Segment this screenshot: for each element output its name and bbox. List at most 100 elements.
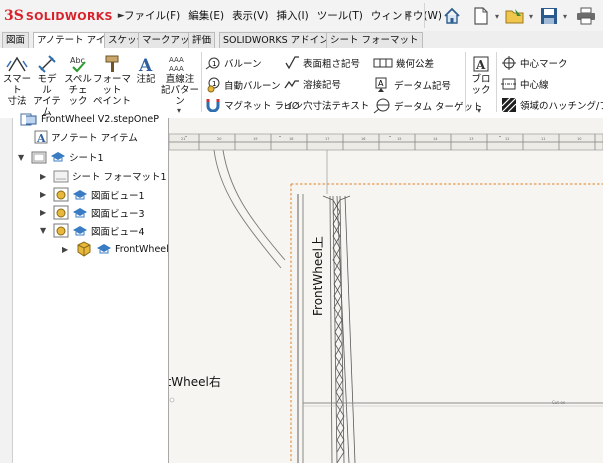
menu-view[interactable]: 表示(V) <box>231 8 269 23</box>
smart-dimension-label-2: 寸法 <box>7 96 27 107</box>
datum-target-button[interactable]: データム ターゲット <box>373 98 483 114</box>
tree-item-view4[interactable]: ▼ 図面ビュー4 <box>40 223 145 238</box>
weld-symbol-button[interactable]: 溶接記号 <box>284 77 341 91</box>
sheet-blue-icon <box>51 152 65 162</box>
geometric-tolerance-button[interactable]: 幾何公差 <box>373 56 434 70</box>
svg-text:A: A <box>138 56 153 74</box>
tree-item-part[interactable]: ▶ FrontWheel <box>62 241 169 257</box>
model-items-label-1: モデル <box>37 74 57 96</box>
drawing-view-icon <box>53 187 69 202</box>
save-dropdown-icon[interactable]: ▾ <box>560 5 570 27</box>
datum-feature-button[interactable]: A データム記号 <box>373 77 451 93</box>
view-label-top[interactable]: FrontWheel上 <box>309 236 326 316</box>
tree-item-sheet1[interactable]: ▼ シート1 <box>18 150 104 164</box>
hole-callout-button[interactable]: ⊔Ø 穴寸法テキスト <box>284 98 369 112</box>
collapse-arrow-icon[interactable]: ▼ <box>18 153 28 162</box>
note-label: 注記 <box>136 74 156 85</box>
hatch-icon <box>501 97 517 113</box>
menu-edit[interactable]: 編集(E) <box>187 8 225 23</box>
tree-item-view3[interactable]: ▶ 図面ビュー3 <box>40 205 145 220</box>
svg-text:A: A <box>378 79 384 88</box>
menu-bar: ファイル(F) 編集(E) 表示(V) 挿入(I) ツール(T) ウィンドウ(W… <box>123 8 443 23</box>
save-icon[interactable] <box>537 5 561 27</box>
open-dropdown-icon[interactable]: ▾ <box>526 5 536 27</box>
ribbon-separator <box>201 52 202 112</box>
view-label-right[interactable]: ntWheel右 <box>169 373 221 390</box>
model-items-button[interactable]: モデル アイテム <box>33 52 61 118</box>
tree-item-sheet-format[interactable]: ▶ シート フォーマット1 <box>40 169 167 183</box>
menu-tools[interactable]: ツール(T) <box>316 8 364 23</box>
ribbon-separator <box>465 52 466 112</box>
ribbon-separator <box>496 52 497 112</box>
note-icon: A <box>136 52 156 74</box>
surface-finish-label: 表面粗さ記号 <box>303 59 361 70</box>
auto-balloon-icon: 1 <box>207 77 220 93</box>
tab-addins[interactable]: SOLIDWORKS アドイン <box>219 32 333 48</box>
spell-check-icon: Abc <box>68 52 88 74</box>
tab-evaluate[interactable]: 評価 <box>188 32 216 48</box>
surface-finish-button[interactable]: 表面粗さ記号 <box>284 56 360 70</box>
tree-item-annotations[interactable]: A アノテート アイテム <box>34 130 138 144</box>
linear-note-pattern-button[interactable]: AAA AAA 直線注 記パターン <box>160 52 200 107</box>
svg-text:15: 15 <box>397 137 401 141</box>
annotations-label: アノテート アイテム <box>51 133 138 144</box>
tree-item-view1[interactable]: ▶ 図面ビュー1 <box>40 187 145 202</box>
dimension-tag[interactable]: Cut-ex <box>552 400 565 405</box>
open-folder-icon[interactable] <box>503 5 527 27</box>
auto-balloon-button[interactable]: 1 自動バルーン <box>205 77 281 93</box>
menu-insert[interactable]: 挿入(I) <box>275 8 309 23</box>
svg-text:17: 17 <box>325 137 329 141</box>
hole-callout-icon: ⊔Ø <box>284 100 300 112</box>
format-painter-button[interactable]: フォーマット ペイント <box>93 52 131 107</box>
ds-logo-icon: 3S <box>4 8 24 24</box>
ribbon: スマート 寸法 モデル アイテム Abc スペル チェック フォーマット ペイン… <box>0 48 603 119</box>
datum-target-icon <box>373 98 390 114</box>
menu-file[interactable]: ファイル(F) <box>123 8 181 23</box>
solidworks-logo[interactable]: 3S SOLIDWORKS ► <box>4 6 125 26</box>
geometric-tolerance-icon <box>373 58 393 68</box>
svg-text:AAA: AAA <box>169 56 184 64</box>
drawing-document-icon <box>20 113 37 126</box>
drawing-canvas[interactable]: 21 20 19 18 17 16 15 14 13 12 11 10 Fron… <box>169 118 603 463</box>
spell-checker-button[interactable]: Abc スペル チェック <box>64 52 92 107</box>
magnet-icon <box>206 99 220 112</box>
block-dropdown-icon[interactable]: ▾ <box>477 106 481 115</box>
block-button[interactable]: A ブロック <box>468 52 494 96</box>
svg-text:19: 19 <box>253 137 257 141</box>
collapse-arrow-icon[interactable]: ▼ <box>40 226 50 235</box>
tab-drawing[interactable]: 図面 <box>2 32 30 48</box>
new-dropdown-icon[interactable]: ▾ <box>492 5 502 27</box>
panel-side-strip[interactable] <box>0 118 13 463</box>
area-hatch-button[interactable]: 領域のハッチング/フィル <box>501 97 603 113</box>
svg-text:1: 1 <box>212 60 216 68</box>
print-icon[interactable] <box>574 5 598 27</box>
tree-root-item[interactable]: FrontWheel V2.stepOneP <box>20 112 159 126</box>
home-icon[interactable] <box>440 5 464 27</box>
svg-text:20: 20 <box>217 137 221 141</box>
feature-manager-tree: FrontWheel V2.stepOneP A アノテート アイテム ▼ シー… <box>0 113 169 463</box>
centerline-button[interactable]: 中心線 <box>501 76 549 92</box>
center-mark-button[interactable]: 中心マーク <box>501 55 568 71</box>
block-icon: A <box>471 52 491 74</box>
note-button[interactable]: A 注記 <box>133 52 159 85</box>
tree-root-label: FrontWheel V2.stepOneP <box>41 113 159 125</box>
expand-arrow-icon[interactable]: ▶ <box>62 245 72 254</box>
svg-text:AAA: AAA <box>169 65 184 73</box>
new-document-icon[interactable] <box>469 5 493 27</box>
expand-arrow-icon[interactable]: ▶ <box>40 190 50 199</box>
part-icon <box>77 241 91 257</box>
sheet1-label: シート1 <box>69 153 104 164</box>
datum-target-label: データム ターゲット <box>394 102 483 113</box>
sheet-format-label: シート フォーマット1 <box>72 172 167 183</box>
expand-arrow-icon[interactable]: ▶ <box>40 208 50 217</box>
expand-arrow-icon[interactable]: ▶ <box>40 172 50 181</box>
balloon-button[interactable]: 1 バルーン <box>205 56 262 70</box>
tab-sheet-format[interactable]: シート フォーマット <box>326 32 423 48</box>
weld-symbol-label: 溶接記号 <box>303 80 342 91</box>
balloon-label: バルーン <box>224 59 262 70</box>
svg-text:⊔Ø: ⊔Ø <box>284 100 300 112</box>
pin-menu-icon[interactable] <box>400 5 418 27</box>
smart-dimension-button[interactable]: スマート 寸法 <box>2 52 32 107</box>
note-dropdown-icon[interactable]: ▾ <box>177 106 181 115</box>
center-mark-icon <box>502 56 516 70</box>
